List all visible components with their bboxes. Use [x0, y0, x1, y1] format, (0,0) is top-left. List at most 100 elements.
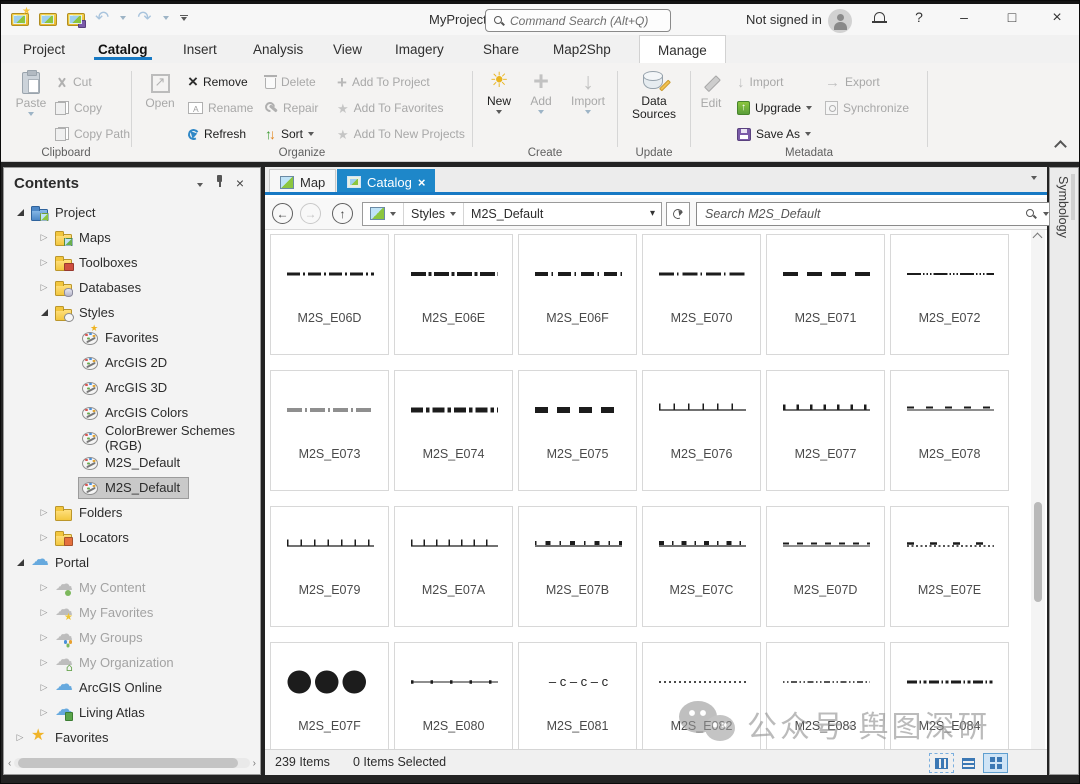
expand-expander-icon[interactable]: ▷ [36, 705, 52, 721]
data-sources-button[interactable]: Data Sources [628, 69, 680, 121]
style-item-M2S_E072[interactable]: M2S_E072 [890, 234, 1009, 355]
expand-expander-icon[interactable]: ▷ [36, 505, 52, 521]
tree-item-project[interactable]: Project [6, 200, 256, 225]
rename-button[interactable]: Rename [188, 97, 253, 119]
style-item-M2S_E07F[interactable]: M2S_E07F [270, 642, 389, 749]
style-item-M2S_E079[interactable]: M2S_E079 [270, 506, 389, 627]
repair-button[interactable]: Repair [265, 97, 318, 119]
ribbon-tab-analysis[interactable]: Analysis [249, 39, 307, 60]
undo-dropdown-icon[interactable] [120, 16, 126, 20]
expand-expander-icon[interactable]: ▷ [36, 280, 52, 296]
style-item-M2S_E07A[interactable]: M2S_E07A [394, 506, 513, 627]
tree-item-locators[interactable]: ▷Locators [6, 525, 256, 550]
expand-expander-icon[interactable]: ▷ [36, 630, 52, 646]
location-combo[interactable]: Styles M2S_Default ▾ [362, 202, 662, 226]
tree-item-favorites[interactable]: Favorites [6, 325, 256, 350]
expand-expander-icon[interactable]: ▷ [36, 580, 52, 596]
style-item-M2S_E077[interactable]: M2S_E077 [766, 370, 885, 491]
style-item-M2S_E080[interactable]: M2S_E080 [394, 642, 513, 749]
columns-view-button[interactable] [929, 753, 954, 773]
location-dropdown-icon[interactable]: ▾ [644, 208, 661, 219]
synchronize-metadata-button[interactable]: Synchronize [825, 97, 909, 119]
expand-expander-icon[interactable]: ▷ [36, 605, 52, 621]
new-button[interactable]: ☀ New [479, 69, 519, 114]
ribbon-tab-imagery[interactable]: Imagery [391, 39, 448, 60]
catalog-search-input[interactable]: Search M2S_Default [696, 202, 1058, 226]
upgrade-metadata-button[interactable]: Upgrade [737, 97, 812, 119]
style-item-M2S_E06D[interactable]: M2S_E06D [270, 234, 389, 355]
tree-item-arcgis-online[interactable]: ▷ArcGIS Online [6, 675, 256, 700]
style-item-M2S_E082[interactable]: M2S_E082 [642, 642, 761, 749]
add-to-new-projects-button[interactable]: ★Add To New Projects [337, 123, 465, 145]
panel-close-icon[interactable]: × [230, 175, 250, 191]
export-metadata-button[interactable]: →Export [825, 71, 880, 93]
style-item-M2S_E07B[interactable]: M2S_E07B [518, 506, 637, 627]
scroll-up-icon[interactable] [1033, 233, 1043, 243]
tree-item-my-content[interactable]: ▷My Content [6, 575, 256, 600]
tree-item-styles[interactable]: Styles [6, 300, 256, 325]
ribbon-tab-catalog[interactable]: Catalog [94, 39, 152, 60]
add-button[interactable]: + Add [521, 69, 561, 114]
collapse-ribbon-icon[interactable] [1054, 140, 1067, 153]
pin-icon[interactable] [210, 174, 230, 193]
paste-button[interactable]: Paste [7, 71, 55, 116]
tree-item-my-favorites[interactable]: ▷My Favorites [6, 600, 256, 625]
redo-icon[interactable]: ↷ [137, 10, 151, 26]
style-item-M2S_E078[interactable]: M2S_E078 [890, 370, 1009, 491]
style-item-M2S_E074[interactable]: M2S_E074 [394, 370, 513, 491]
open-button[interactable]: Open [140, 71, 180, 110]
expand-expander-icon[interactable]: ▷ [36, 230, 52, 246]
grid-vscrollbar[interactable] [1031, 230, 1045, 749]
panel-menu-icon[interactable] [190, 174, 210, 192]
add-to-project-button[interactable]: +Add To Project [337, 71, 430, 93]
styles-location-segment[interactable]: Styles [404, 203, 463, 225]
ribbon-tab-map2shp[interactable]: Map2Shp [549, 39, 615, 60]
help-icon[interactable]: ? [906, 9, 932, 25]
style-item-M2S_E06F[interactable]: M2S_E06F [518, 234, 637, 355]
remove-button[interactable]: ×Remove [188, 71, 248, 93]
style-item-M2S_E084[interactable]: M2S_E084 [890, 642, 1009, 749]
sort-button[interactable]: Sort [265, 123, 314, 145]
contents-hscrollbar[interactable]: ‹ › [8, 756, 256, 770]
style-item-M2S_E07D[interactable]: M2S_E07D [766, 506, 885, 627]
expand-expander-icon[interactable]: ▷ [36, 680, 52, 696]
tree-item-m2s-default[interactable]: M2S_Default [6, 450, 256, 475]
tree-item-colorbrewer-schemes-rgb-[interactable]: ColorBrewer Schemes (RGB) [6, 425, 256, 450]
edit-metadata-button[interactable]: Edit [693, 71, 729, 110]
collapse-expander-icon[interactable] [12, 555, 28, 571]
style-item-M2S_E073[interactable]: M2S_E073 [270, 370, 389, 491]
tab-symbology[interactable]: Symbology [1056, 176, 1070, 238]
style-item-M2S_E06E[interactable]: M2S_E06E [394, 234, 513, 355]
tree-item-folders[interactable]: ▷Folders [6, 500, 256, 525]
style-item-M2S_E071[interactable]: M2S_E071 [766, 234, 885, 355]
undo-icon[interactable]: ↶ [95, 10, 109, 26]
tree-item-maps[interactable]: ▷Maps [6, 225, 256, 250]
tree-item-my-organization[interactable]: ▷My Organization [6, 650, 256, 675]
tree-item-m2s-default[interactable]: M2S_Default [6, 475, 256, 500]
collapse-expander-icon[interactable] [36, 305, 52, 321]
vscroll-thumb[interactable] [1034, 502, 1042, 602]
style-item-M2S_E075[interactable]: M2S_E075 [518, 370, 637, 491]
refresh-button[interactable]: Refresh [188, 123, 246, 145]
close-catalog-tab-icon[interactable]: × [418, 175, 426, 190]
delete-button[interactable]: Delete [265, 71, 316, 93]
new-project-icon[interactable]: ★ [11, 11, 28, 26]
style-item-M2S_E081[interactable]: – c – c – cM2S_E081 [518, 642, 637, 749]
maximize-button[interactable]: □ [999, 9, 1025, 25]
style-item-M2S_E070[interactable]: M2S_E070 [642, 234, 761, 355]
forward-button[interactable]: → [300, 203, 321, 224]
tree-item-portal[interactable]: Portal [6, 550, 256, 575]
hscroll-thumb[interactable] [18, 758, 237, 768]
import-metadata-button[interactable]: ↓Import [737, 71, 784, 93]
tree-item-toolboxes[interactable]: ▷Toolboxes [6, 250, 256, 275]
thumbnail-view-button[interactable] [983, 753, 1008, 773]
ribbon-tab-share[interactable]: Share [479, 39, 523, 60]
style-item-M2S_E076[interactable]: M2S_E076 [642, 370, 761, 491]
back-button[interactable]: ← [272, 203, 293, 224]
style-item-M2S_E07C[interactable]: M2S_E07C [642, 506, 761, 627]
style-item-M2S_E07E[interactable]: M2S_E07E [890, 506, 1009, 627]
tabstrip-menu-icon[interactable] [1031, 176, 1037, 180]
expand-expander-icon[interactable]: ▷ [36, 655, 52, 671]
style-item-M2S_E083[interactable]: M2S_E083 [766, 642, 885, 749]
copy-path-button[interactable]: Copy Path [55, 123, 130, 145]
